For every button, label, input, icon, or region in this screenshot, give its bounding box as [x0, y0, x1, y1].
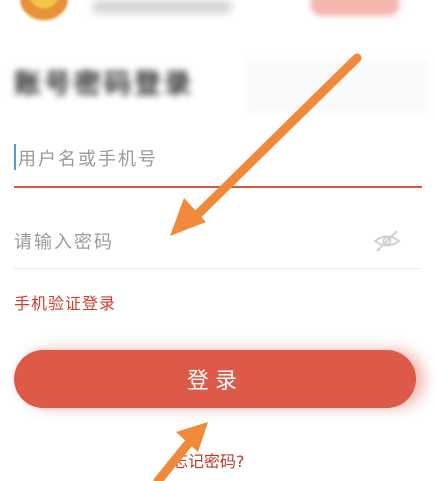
blurred-header-button[interactable]	[310, 0, 400, 16]
login-button[interactable]: 登录	[14, 350, 416, 408]
top-bar	[0, 0, 436, 22]
password-input[interactable]	[14, 216, 354, 268]
avatar	[20, 0, 68, 22]
sms-login-link[interactable]: 手机验证登录	[14, 290, 116, 314]
blurred-header-text	[92, 0, 232, 14]
username-field[interactable]	[14, 132, 422, 188]
password-field[interactable]	[14, 216, 422, 269]
blurred-background-pattern	[248, 60, 428, 112]
page-title: 账号密码登录	[14, 69, 194, 100]
username-input[interactable]	[14, 132, 358, 186]
forgot-password-link[interactable]: 忘记密码?	[172, 448, 245, 472]
eye-closed-icon[interactable]	[370, 224, 404, 258]
